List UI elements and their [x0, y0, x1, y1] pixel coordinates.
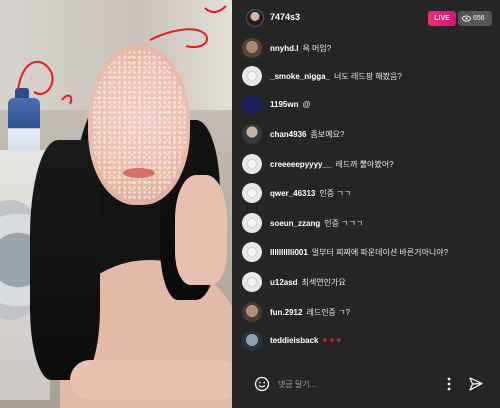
- viewer-count: 656: [473, 15, 485, 22]
- emoji-icon[interactable]: [254, 376, 270, 392]
- comment-username[interactable]: lllllllllli001: [270, 248, 308, 257]
- comment-username[interactable]: u12asd: [270, 278, 298, 287]
- host-avatar[interactable]: [246, 9, 264, 27]
- comment-text: lllllllllli001 얼부터 찌찌에 파운데이션 바른거아니야?: [270, 247, 448, 258]
- comment-username[interactable]: fun.2912: [270, 308, 302, 317]
- lips: [123, 168, 155, 178]
- comment-item[interactable]: u12asd 최섹연인가요: [242, 272, 497, 292]
- commenter-avatar[interactable]: [242, 272, 262, 292]
- commenter-avatar[interactable]: [242, 331, 262, 351]
- viewer-count-badge[interactable]: 656: [458, 11, 492, 26]
- comment-message: 인증 ㄱㄱㄱ: [324, 219, 364, 228]
- commenter-avatar[interactable]: [242, 213, 262, 233]
- comment-item[interactable]: lllllllllli001 얼부터 찌찌에 파운데이션 바른거아니야?: [242, 242, 497, 262]
- comment-username[interactable]: 1195wn: [270, 100, 298, 109]
- send-icon[interactable]: [468, 376, 484, 392]
- commenter-avatar[interactable]: [242, 183, 262, 203]
- comment-item[interactable]: chan4936 좀보예요?: [242, 124, 497, 144]
- live-badge: LIVE: [428, 11, 456, 26]
- comment-item[interactable]: nnyhd.l 욕 머임?: [242, 38, 497, 58]
- comment-text: soeun_zzang 인증 ㄱㄱㄱ: [270, 218, 363, 229]
- comment-text: qwer_46313 인증 ㄱㄱ: [270, 188, 351, 199]
- live-header: 7474s3 LIVE 656: [232, 0, 500, 36]
- comment-username[interactable]: teddieisback: [270, 336, 318, 345]
- hand: [175, 175, 227, 285]
- comment-item[interactable]: _smoke_nigga_ 너도 레드팡 해봤음?: [242, 66, 497, 86]
- comment-text: fun.2912 레드인증 ㄱ?: [270, 307, 350, 318]
- eye-icon: [462, 15, 471, 22]
- comment-text: u12asd 최섹연인가요: [270, 277, 346, 288]
- comment-text: teddieisback ♥ ♥ ♥: [270, 336, 341, 345]
- comment-text: 1195wn @: [270, 100, 311, 109]
- commenter-avatar[interactable]: [242, 124, 262, 144]
- comment-message: 레드인증 ㄱ?: [306, 308, 350, 317]
- comment-username[interactable]: creeeeepyyyy__: [270, 160, 331, 169]
- commenter-avatar[interactable]: [242, 242, 262, 262]
- comment-username[interactable]: soeun_zzang: [270, 219, 320, 228]
- comment-item[interactable]: soeun_zzang 인증 ㄱㄱㄱ: [242, 213, 497, 233]
- comment-message: 얼부터 찌찌에 파운데이션 바른거아니야?: [311, 248, 449, 257]
- red-scribble-drawing: [17, 5, 227, 105]
- comment-username[interactable]: chan4936: [270, 130, 306, 139]
- comment-item[interactable]: fun.2912 레드인증 ㄱ?: [242, 302, 497, 322]
- comment-input[interactable]: [278, 375, 428, 393]
- comment-text: _smoke_nigga_ 너도 레드팡 해봤음?: [270, 71, 402, 82]
- comment-item[interactable]: creeeeepyyyy__ 레드꺼 뿔아봤어?: [242, 154, 497, 174]
- live-side-panel: 7474s3 LIVE 656 nnyhd.l 욕 머임? _smoke_nigg…: [232, 0, 500, 408]
- comment-username[interactable]: _smoke_nigga_: [270, 72, 330, 81]
- commenter-avatar[interactable]: [242, 154, 262, 174]
- comment-message: 최섹연인가요: [301, 278, 346, 287]
- comment-item[interactable]: teddieisback ♥ ♥ ♥: [242, 331, 497, 351]
- comment-composer: [232, 362, 500, 408]
- live-video[interactable]: [0, 0, 232, 408]
- comment-message: ♥ ♥ ♥: [322, 336, 342, 345]
- comment-message: 욕 머임?: [302, 44, 332, 53]
- commenter-avatar[interactable]: [242, 38, 262, 58]
- comment-username[interactable]: qwer_46313: [270, 189, 315, 198]
- comment-text: creeeeepyyyy__ 레드꺼 뿔아봤어?: [270, 159, 394, 170]
- comment-item[interactable]: qwer_46313 인증 ㄱㄱ: [242, 183, 497, 203]
- hair-left: [30, 140, 100, 380]
- commenter-avatar[interactable]: [242, 302, 262, 322]
- commenter-avatar[interactable]: [242, 66, 262, 86]
- host-username[interactable]: 7474s3: [270, 12, 300, 22]
- comment-item[interactable]: 1195wn @: [242, 95, 497, 115]
- comment-message: @: [302, 100, 311, 109]
- more-icon[interactable]: [442, 376, 456, 392]
- comment-username[interactable]: nnyhd.l: [270, 44, 298, 53]
- comment-message: 인증 ㄱㄱ: [319, 189, 352, 198]
- comment-text: chan4936 좀보예요?: [270, 129, 344, 140]
- comment-message: 너도 레드팡 해봤음?: [334, 72, 402, 81]
- arm: [70, 360, 232, 400]
- commenter-avatar[interactable]: [242, 95, 262, 115]
- comment-text: nnyhd.l 욕 머임?: [270, 43, 331, 54]
- comment-message: 레드꺼 뿔아봤어?: [335, 160, 394, 169]
- comment-message: 좀보예요?: [310, 130, 345, 139]
